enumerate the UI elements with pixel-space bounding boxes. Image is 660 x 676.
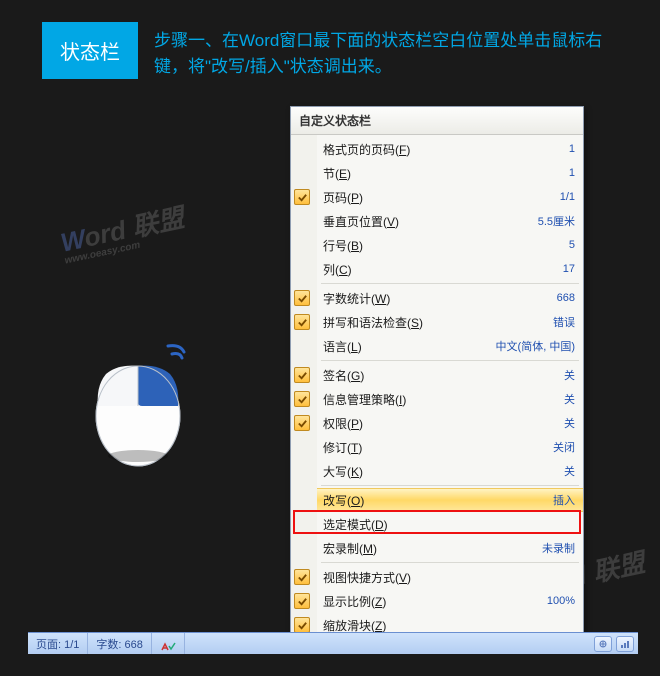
menu-item-行号[interactable]: 行号(B)5	[317, 233, 583, 257]
menu-item-label: 语言(L)	[323, 338, 496, 355]
menu-item-label: 视图快捷方式(V)	[323, 569, 575, 586]
menu-item-签名[interactable]: 签名(G)关	[317, 363, 583, 387]
menu-items: 格式页的页码(F)1节(E)1页码(P)1/1垂直页位置(V)5.5厘米行号(B…	[317, 135, 583, 639]
menu-item-value: 5.5厘米	[538, 213, 575, 229]
status-tag: 状态栏	[42, 22, 138, 79]
menu-item-value: 关	[564, 391, 575, 407]
menu-item-语言[interactable]: 语言(L)中文(简体, 中国)	[317, 334, 583, 358]
check-icon	[294, 593, 310, 609]
menu-item-label: 权限(P)	[323, 415, 564, 432]
check-icon	[294, 290, 310, 306]
statusbar-context-menu: 自定义状态栏 格式页的页码(F)1节(E)1页码(P)1/1垂直页位置(V)5.…	[290, 106, 584, 640]
menu-item-value: 1/1	[560, 191, 575, 203]
check-icon	[294, 391, 310, 407]
menu-item-label: 显示比例(Z)	[323, 593, 547, 610]
tray-button[interactable]	[616, 636, 634, 652]
check-icon	[294, 617, 310, 633]
tray-button[interactable]	[594, 636, 612, 652]
menu-item-value: 关	[564, 463, 575, 479]
menu-item-宏录制[interactable]: 宏录制(M)未录制	[317, 536, 583, 560]
menu-separator	[321, 562, 579, 563]
menu-item-value: 668	[557, 292, 575, 304]
menu-item-value: 关	[564, 367, 575, 383]
menu-item-权限[interactable]: 权限(P)关	[317, 411, 583, 435]
check-icon	[294, 367, 310, 383]
menu-item-大写[interactable]: 大写(K)关	[317, 459, 583, 483]
menu-item-修订[interactable]: 修订(T)关闭	[317, 435, 583, 459]
check-icon	[294, 415, 310, 431]
menu-item-label: 修订(T)	[323, 439, 553, 456]
menu-item-视图快捷方式[interactable]: 视图快捷方式(V)	[317, 565, 583, 589]
menu-item-value: 中文(简体, 中国)	[496, 338, 575, 354]
menu-separator	[321, 360, 579, 361]
menu-item-label: 改写(O)	[323, 492, 553, 509]
menu-item-value: 17	[563, 263, 575, 275]
menu-item-label: 垂直页位置(V)	[323, 213, 538, 230]
menu-item-label: 缩放滑块(Z)	[323, 617, 575, 634]
menu-item-label: 签名(G)	[323, 367, 564, 384]
menu-item-label: 页码(P)	[323, 189, 560, 206]
menu-item-value: 关闭	[553, 439, 575, 455]
menu-separator	[321, 283, 579, 284]
mouse-right-click-icon	[90, 338, 200, 471]
menu-separator	[321, 485, 579, 486]
menu-item-value: 未录制	[542, 540, 575, 556]
menu-item-value: 插入	[553, 492, 575, 508]
menu-item-信息管理策略[interactable]: 信息管理策略(I)关	[317, 387, 583, 411]
menu-item-改写[interactable]: 改写(O)插入	[317, 488, 583, 512]
menu-gutter	[291, 135, 317, 639]
menu-item-节[interactable]: 节(E)1	[317, 161, 583, 185]
watermark: Word 联盟 www.oeasy.com	[57, 197, 189, 266]
menu-item-value: 错误	[553, 314, 575, 330]
check-icon	[294, 189, 310, 205]
menu-item-列[interactable]: 列(C)17	[317, 257, 583, 281]
check-icon	[294, 314, 310, 330]
menu-title: 自定义状态栏	[291, 107, 583, 135]
menu-item-value: 5	[569, 239, 575, 251]
menu-item-value: 100%	[547, 595, 575, 607]
statusbar-proofing-icon[interactable]	[152, 633, 185, 654]
menu-item-显示比例[interactable]: 显示比例(Z)100%	[317, 589, 583, 613]
word-status-bar[interactable]: 页面: 1/1 字数: 668	[28, 632, 638, 654]
menu-item-label: 拼写和语法检查(S)	[323, 314, 553, 331]
menu-item-label: 列(C)	[323, 261, 563, 278]
menu-item-value: 关	[564, 415, 575, 431]
menu-item-label: 大写(K)	[323, 463, 564, 480]
statusbar-word-count[interactable]: 字数: 668	[88, 633, 151, 654]
statusbar-page[interactable]: 页面: 1/1	[28, 633, 88, 654]
menu-item-label: 行号(B)	[323, 237, 569, 254]
menu-item-label: 宏录制(M)	[323, 540, 542, 557]
menu-item-label: 选定模式(D)	[323, 516, 575, 533]
menu-item-label: 节(E)	[323, 165, 569, 182]
menu-item-页码[interactable]: 页码(P)1/1	[317, 185, 583, 209]
header: 状态栏 步骤一、在Word窗口最下面的状态栏空白位置处单击鼠标右键，将"改写/插…	[0, 0, 660, 79]
menu-item-value: 1	[569, 167, 575, 179]
instruction-text: 步骤一、在Word窗口最下面的状态栏空白位置处单击鼠标右键，将"改写/插入"状态…	[154, 22, 628, 79]
menu-item-格式页的页码[interactable]: 格式页的页码(F)1	[317, 137, 583, 161]
check-icon	[294, 569, 310, 585]
menu-item-垂直页位置[interactable]: 垂直页位置(V)5.5厘米	[317, 209, 583, 233]
menu-item-label: 格式页的页码(F)	[323, 141, 569, 158]
menu-item-字数统计[interactable]: 字数统计(W)668	[317, 286, 583, 310]
menu-item-value: 1	[569, 143, 575, 155]
menu-item-拼写和语法检查[interactable]: 拼写和语法检查(S)错误	[317, 310, 583, 334]
menu-item-label: 信息管理策略(I)	[323, 391, 564, 408]
menu-item-选定模式[interactable]: 选定模式(D)	[317, 512, 583, 536]
menu-item-label: 字数统计(W)	[323, 290, 557, 307]
